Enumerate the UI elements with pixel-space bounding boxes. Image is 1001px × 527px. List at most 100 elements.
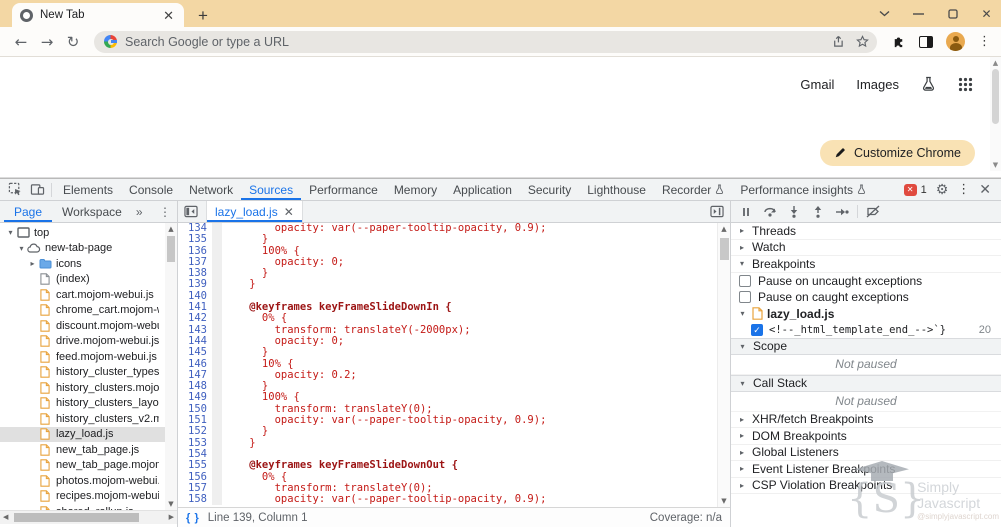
expand-arrow-icon[interactable]: ▸ xyxy=(737,415,747,424)
devtools-tab-elements[interactable]: Elements xyxy=(55,179,121,200)
browser-tab-new-tab[interactable]: New Tab ✕ xyxy=(12,3,184,27)
devtools-tab-recorder[interactable]: Recorder xyxy=(654,179,732,200)
collapse-arrow-icon[interactable]: ▾ xyxy=(737,342,748,351)
collapse-arrow-icon[interactable]: ▾ xyxy=(737,379,748,388)
expand-arrow-icon[interactable]: ▸ xyxy=(737,226,747,235)
profile-avatar[interactable] xyxy=(946,32,965,51)
line-number[interactable]: 152 xyxy=(178,426,212,438)
breakpoint-gutter[interactable] xyxy=(212,494,222,506)
collapse-arrow-icon[interactable]: ▾ xyxy=(16,244,27,253)
step-icon[interactable] xyxy=(833,203,851,221)
code-line-152[interactable]: 152 } xyxy=(178,426,730,438)
checkbox[interactable] xyxy=(739,291,751,304)
breakpoint-gutter[interactable] xyxy=(212,290,222,303)
scroll-down-icon[interactable]: ▼ xyxy=(990,161,1001,169)
tree-item-drive-mojom-webui-js[interactable]: drive.mojom-webui.js xyxy=(0,334,177,350)
tree-item-index[interactable]: (index) xyxy=(0,272,177,288)
code-editor[interactable]: 134 opacity: var(--paper-tooltip-opacity… xyxy=(178,223,730,507)
tree-item-feed-mojom-webui-js[interactable]: feed.mojom-webui.js xyxy=(0,349,177,365)
scroll-up-icon[interactable]: ▲ xyxy=(990,59,1001,67)
line-number[interactable]: 142 xyxy=(178,313,212,325)
minimize-button[interactable] xyxy=(912,7,925,20)
share-icon[interactable] xyxy=(831,35,844,48)
section-watch[interactable]: ▸ Watch xyxy=(731,240,1001,256)
expand-arrow-icon[interactable]: ▸ xyxy=(737,448,747,457)
breakpoint-gutter[interactable] xyxy=(212,234,222,246)
step-into-icon[interactable] xyxy=(785,203,803,221)
section-scope[interactable]: ▾ Scope xyxy=(731,337,1001,355)
checkbox[interactable] xyxy=(739,274,751,287)
bookmark-star-icon[interactable] xyxy=(856,35,869,48)
breakpoint-gutter[interactable] xyxy=(212,437,222,449)
tab-workspace[interactable]: Workspace xyxy=(52,201,132,222)
pause-script-icon[interactable] xyxy=(737,203,755,221)
breakpoint-gutter[interactable] xyxy=(212,347,222,359)
line-number[interactable]: 158 xyxy=(178,493,212,505)
breakpoint-gutter[interactable] xyxy=(212,471,222,483)
breakpoint-gutter[interactable] xyxy=(212,403,222,416)
forward-icon[interactable]: → xyxy=(36,33,58,51)
scroll-up-icon[interactable]: ▲ xyxy=(165,225,177,233)
tab-close-icon[interactable]: ✕ xyxy=(161,9,176,22)
settings-gear-icon[interactable]: ⚙ xyxy=(936,182,949,198)
devtools-tab-sources[interactable]: Sources xyxy=(241,179,301,200)
tree-item-new-tab-page-js[interactable]: new_tab_page.js xyxy=(0,442,177,458)
tab-search-chevron-icon[interactable] xyxy=(878,7,891,20)
tree-vertical-scrollbar[interactable]: ▲ ▼ xyxy=(165,223,177,510)
tree-item-recipes-mojom-webui-js[interactable]: recipes.mojom-webui.js xyxy=(0,489,177,505)
tree-hscroll-thumb[interactable] xyxy=(14,513,139,522)
breakpoint-checkbox[interactable]: ✓ xyxy=(751,323,763,336)
navigator-menu-icon[interactable]: ⋮ xyxy=(159,205,173,219)
editor-vertical-scrollbar[interactable]: ▲ ▼ xyxy=(717,223,730,507)
collapse-arrow-icon[interactable]: ▾ xyxy=(737,259,747,268)
section-threads[interactable]: ▸ Threads xyxy=(731,223,1001,240)
tab-page[interactable]: Page xyxy=(4,201,52,222)
tree-item-history-clusters-mojom-webui-js[interactable]: history_clusters.mojom-webui.js xyxy=(0,380,177,396)
tree-item-top[interactable]: ▾ top xyxy=(0,225,177,241)
tree-item-chrome-cart-mojom-webui-js[interactable]: chrome_cart.mojom-webui.js xyxy=(0,303,177,319)
labs-flask-icon[interactable] xyxy=(921,76,936,93)
breakpoint-gutter[interactable] xyxy=(212,358,222,370)
toggle-navigator-icon[interactable] xyxy=(184,205,198,218)
tree-item-photos-mojom-webui-js[interactable]: photos.mojom-webui.js xyxy=(0,473,177,489)
code-line-142[interactable]: 142 0% { xyxy=(178,313,730,325)
breakpoint-entry-row[interactable]: ✓ <!--_html_template_end_-->`} 20 xyxy=(731,322,1001,338)
breakpoint-gutter[interactable] xyxy=(212,302,222,314)
breakpoint-gutter[interactable] xyxy=(212,415,222,427)
collapse-arrow-icon[interactable]: ▾ xyxy=(5,228,16,237)
tree-item-new-tab-page-mojom-webui-js[interactable]: new_tab_page.mojom-webui.js xyxy=(0,458,177,474)
devtools-tab-performance[interactable]: Performance xyxy=(301,179,386,200)
expand-arrow-icon[interactable]: ▸ xyxy=(27,259,38,268)
line-number[interactable]: 155 xyxy=(178,459,212,471)
side-panel-icon[interactable] xyxy=(919,35,933,48)
section-event-listener-breakpoints[interactable]: ▸ Event Listener Breakpoints xyxy=(731,461,1001,478)
google-apps-grid-icon[interactable] xyxy=(958,77,973,92)
breakpoint-gutter[interactable] xyxy=(212,256,222,269)
code-line-145[interactable]: 145 } xyxy=(178,346,730,359)
breakpoint-gutter[interactable] xyxy=(212,335,222,348)
line-number[interactable]: 145 xyxy=(178,346,212,358)
gmail-link[interactable]: Gmail xyxy=(800,77,834,92)
section-global-listeners[interactable]: ▸ Global Listeners xyxy=(731,445,1001,461)
line-number[interactable]: 135 xyxy=(178,233,212,245)
tree-item-new-tab-page[interactable]: ▾ new-tab-page xyxy=(0,241,177,257)
new-tab-button[interactable]: + xyxy=(198,7,208,24)
tree-horizontal-scrollbar[interactable]: ◀ ▶ xyxy=(0,510,177,524)
error-badge[interactable]: ✕ 1 xyxy=(903,183,927,196)
scroll-down-icon[interactable]: ▼ xyxy=(165,500,177,508)
breakpoint-gutter[interactable] xyxy=(212,245,222,257)
images-link[interactable]: Images xyxy=(856,77,899,92)
reload-icon[interactable]: ↻ xyxy=(62,33,84,51)
breakpoint-gutter[interactable] xyxy=(212,313,222,325)
tree-item-cart-mojom-webui-js[interactable]: cart.mojom-webui.js xyxy=(0,287,177,303)
code-line-155[interactable]: 155 @keyframes keyFrameSlideDownOut { xyxy=(178,459,730,472)
devtools-close-icon[interactable]: ✕ xyxy=(979,181,991,198)
section-xhr-fetch-breakpoints[interactable]: ▸ XHR/fetch Breakpoints xyxy=(731,412,1001,428)
tree-item-lazy-load-js[interactable]: lazy_load.js xyxy=(0,426,177,442)
back-icon[interactable]: ← xyxy=(10,33,32,51)
breakpoint-gutter[interactable] xyxy=(212,223,222,235)
devtools-tab-network[interactable]: Network xyxy=(181,179,241,200)
breakpoint-gutter[interactable] xyxy=(212,381,222,393)
tree-item-history-clusters-layout-type-mojom-webui-js[interactable]: history_clusters_layout_type.mojom-webui… xyxy=(0,396,177,412)
breakpoint-gutter[interactable] xyxy=(212,279,222,291)
